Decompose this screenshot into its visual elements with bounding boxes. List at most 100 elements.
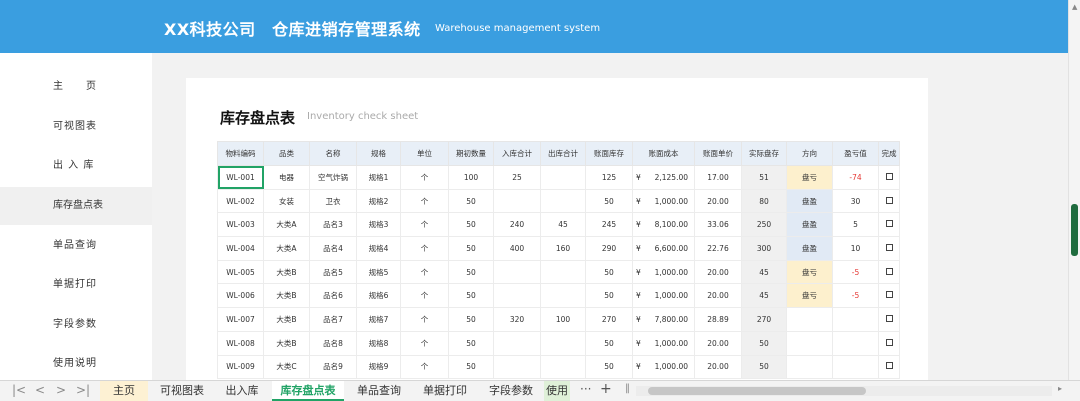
cell-unit[interactable]: 个 (400, 307, 449, 332)
prev-sheet-icon[interactable]: < (35, 383, 45, 397)
cell-out-total[interactable]: 45 (540, 212, 586, 238)
cell-direction[interactable]: 盘亏 (786, 283, 833, 309)
cell-name[interactable]: 品名6 (309, 283, 357, 309)
column-header[interactable]: 账面单价 (694, 141, 742, 166)
cell-out-total[interactable] (540, 165, 586, 190)
cell-book-stock[interactable]: 125 (585, 165, 633, 190)
sidebar-item-print[interactable]: 单据打印 (0, 266, 152, 304)
sidebar-item-inventory-check[interactable]: 库存盘点表 (0, 187, 152, 225)
cell-opening[interactable]: 100 (448, 165, 494, 190)
cell-out-total[interactable]: 100 (540, 307, 586, 332)
cell-category[interactable]: 大类B (263, 307, 310, 332)
cell-actual[interactable]: 300 (741, 236, 787, 261)
cell-category[interactable]: 大类B (263, 259, 310, 285)
cell-unit-price[interactable]: 28.89 (694, 307, 742, 332)
cell-book-stock[interactable]: 50 (585, 330, 633, 356)
scroll-right-arrow-icon[interactable]: ▸ (1058, 384, 1062, 393)
cell-unit-price[interactable]: 33.06 (694, 212, 742, 238)
cell-spec[interactable]: 规格8 (356, 330, 401, 356)
cell-book-stock[interactable]: 290 (585, 236, 633, 261)
sidebar-item-inout[interactable]: 出 入 库 (0, 147, 152, 185)
cell-in-total[interactable] (493, 354, 541, 380)
cell-done[interactable] (878, 283, 900, 309)
cell-book-stock[interactable]: 270 (585, 307, 633, 332)
sidebar-item-charts[interactable]: 可视图表 (0, 108, 152, 146)
cell-name[interactable]: 品名8 (309, 330, 357, 356)
cell-actual[interactable]: 270 (741, 307, 787, 332)
cell-actual[interactable]: 50 (741, 354, 787, 380)
cell-unit-price[interactable]: 20.00 (694, 188, 742, 214)
cell-code[interactable]: WL-009 (217, 354, 264, 380)
cell-in-total[interactable]: 320 (493, 307, 541, 332)
horizontal-scroll-thumb[interactable] (648, 387, 866, 395)
cell-opening[interactable]: 50 (448, 259, 494, 285)
cell-in-total[interactable] (493, 330, 541, 356)
cell-book-cost[interactable]: ¥1,000.00 (632, 354, 695, 380)
column-header[interactable]: 方向 (786, 141, 833, 166)
cell-opening[interactable]: 50 (448, 330, 494, 356)
cell-code[interactable]: WL-007 (217, 307, 264, 332)
cell-book-stock[interactable]: 50 (585, 259, 633, 285)
cell-code[interactable]: WL-008 (217, 330, 264, 356)
last-sheet-icon[interactable]: >| (76, 383, 90, 397)
horizontal-scrollbar[interactable] (636, 386, 1052, 396)
column-header[interactable]: 品类 (263, 141, 310, 166)
cell-unit[interactable]: 个 (400, 330, 449, 356)
cell-diff[interactable]: 30 (832, 188, 879, 214)
cell-out-total[interactable] (540, 330, 586, 356)
cell-name[interactable]: 卫衣 (309, 188, 357, 214)
done-checkbox[interactable] (885, 338, 893, 346)
cell-direction[interactable]: 盘盈 (786, 236, 833, 261)
sidebar-item-params[interactable]: 字段参数 (0, 306, 152, 344)
tab-params[interactable]: 字段参数 (480, 381, 542, 401)
cell-out-total[interactable] (540, 354, 586, 380)
next-sheet-icon[interactable]: > (56, 383, 66, 397)
cell-unit[interactable]: 个 (400, 354, 449, 380)
cell-spec[interactable]: 规格1 (356, 165, 401, 190)
first-sheet-icon[interactable]: |< (12, 383, 26, 397)
tab-item-query[interactable]: 单品查询 (348, 381, 410, 401)
cell-opening[interactable]: 50 (448, 236, 494, 261)
done-checkbox[interactable] (885, 172, 893, 180)
cell-unit[interactable]: 个 (400, 188, 449, 214)
cell-actual[interactable]: 50 (741, 330, 787, 356)
cell-diff[interactable] (832, 330, 879, 356)
cell-in-total[interactable] (493, 259, 541, 285)
cell-diff[interactable]: -74 (832, 165, 879, 190)
cell-done[interactable] (878, 354, 900, 380)
tab-home[interactable]: 主页 (100, 381, 148, 401)
cell-done[interactable] (878, 212, 900, 238)
column-header[interactable]: 单位 (400, 141, 449, 166)
cell-diff[interactable]: 5 (832, 212, 879, 238)
cell-out-total[interactable] (540, 283, 586, 309)
cell-category[interactable]: 大类A (263, 212, 310, 238)
cell-book-stock[interactable]: 50 (585, 354, 633, 380)
cell-in-total[interactable]: 240 (493, 212, 541, 238)
cell-direction[interactable]: 盘亏 (786, 259, 833, 285)
cell-category[interactable]: 大类B (263, 330, 310, 356)
cell-opening[interactable]: 50 (448, 307, 494, 332)
done-checkbox[interactable] (885, 243, 893, 251)
done-checkbox[interactable] (885, 220, 893, 228)
cell-opening[interactable]: 50 (448, 283, 494, 309)
column-header[interactable]: 完成 (878, 141, 900, 166)
cell-diff[interactable]: -5 (832, 283, 879, 309)
cell-spec[interactable]: 规格5 (356, 259, 401, 285)
cell-actual[interactable]: 250 (741, 212, 787, 238)
cell-direction[interactable]: 盘盈 (786, 188, 833, 214)
cell-code[interactable]: WL-005 (217, 259, 264, 285)
cell-spec[interactable]: 规格2 (356, 188, 401, 214)
cell-done[interactable] (878, 236, 900, 261)
vertical-scroll-thumb[interactable] (1071, 204, 1078, 256)
cell-name[interactable]: 品名5 (309, 259, 357, 285)
cell-unit-price[interactable]: 20.00 (694, 283, 742, 309)
cell-unit[interactable]: 个 (400, 212, 449, 238)
cell-spec[interactable]: 规格6 (356, 283, 401, 309)
cell-name[interactable]: 品名4 (309, 236, 357, 261)
cell-book-cost[interactable]: ¥1,000.00 (632, 188, 695, 214)
cell-book-stock[interactable]: 245 (585, 212, 633, 238)
done-checkbox[interactable] (885, 362, 893, 370)
tab-splitter-icon[interactable]: ‖ (625, 383, 630, 394)
column-header[interactable]: 名称 (309, 141, 357, 166)
add-sheet-icon[interactable]: + (600, 381, 612, 397)
